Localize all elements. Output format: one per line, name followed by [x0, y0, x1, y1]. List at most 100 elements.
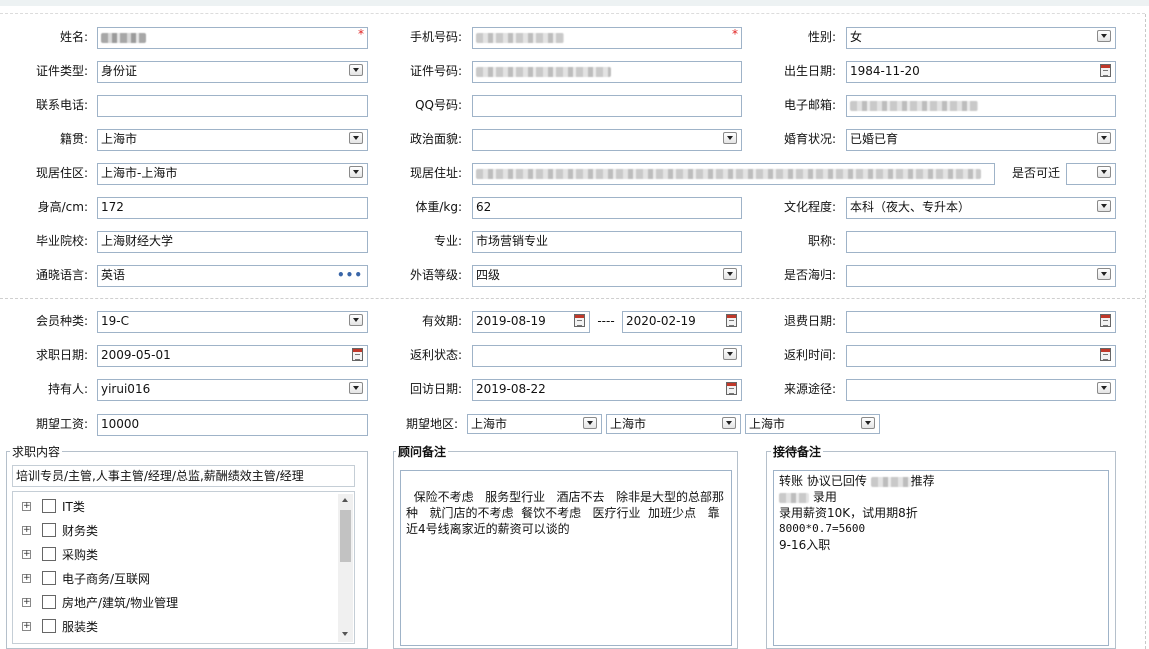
lang-level-select[interactable]: 四级	[472, 265, 742, 287]
expand-icon[interactable]: +	[22, 622, 31, 631]
more-icon[interactable]: •••	[337, 266, 363, 284]
calendar-icon[interactable]	[352, 348, 363, 361]
email-input[interactable]	[846, 95, 1116, 117]
chevron-down-icon[interactable]	[349, 314, 363, 326]
education-select[interactable]: 本科（夜大、专升本）	[846, 197, 1116, 219]
expand-icon[interactable]: +	[22, 550, 31, 559]
note-line: 8000*0.7=5600	[779, 522, 866, 535]
region-city-select[interactable]: 上海市	[606, 414, 741, 434]
phone-input[interactable]	[97, 95, 368, 117]
expand-icon[interactable]: +	[22, 502, 31, 511]
qq-input[interactable]	[472, 95, 742, 117]
calendar-icon[interactable]	[1100, 314, 1111, 327]
scrollbar[interactable]	[338, 494, 353, 642]
chevron-down-icon[interactable]	[1097, 166, 1111, 178]
checkbox[interactable]	[42, 547, 56, 561]
chevron-down-icon[interactable]	[723, 268, 737, 280]
job-date-input[interactable]: 2009-05-01	[97, 345, 368, 367]
school-input[interactable]: 上海财经大学	[97, 231, 368, 253]
region-province-select[interactable]: 上海市	[467, 414, 602, 434]
expand-icon[interactable]: +	[22, 526, 31, 535]
source-select[interactable]	[846, 379, 1116, 401]
email-label: 电子邮箱:	[783, 98, 836, 112]
chevron-down-icon[interactable]	[723, 132, 737, 144]
advisor-notes-title: 顾问备注	[396, 443, 449, 460]
tree-item[interactable]: + 财务类	[22, 521, 322, 545]
job-summary-field[interactable]: 培训专员/主管,人事主管/经理/总监,薪酬绩效主管/经理	[12, 465, 355, 487]
mobile-input[interactable]: *	[472, 27, 742, 49]
member-type-select[interactable]: 19-C	[97, 311, 368, 333]
chevron-down-icon[interactable]	[1097, 132, 1111, 144]
chevron-down-icon[interactable]	[349, 382, 363, 394]
calendar-icon[interactable]	[726, 314, 737, 327]
chevron-down-icon[interactable]	[349, 132, 363, 144]
valid-from-input[interactable]: 2019-08-19	[472, 311, 590, 333]
major-input[interactable]: 市场营销专业	[472, 231, 742, 253]
id-no-input[interactable]	[472, 61, 742, 83]
birthday-value: 1984-11-20	[850, 64, 920, 78]
tree-item[interactable]: + 房地产/建筑/物业管理	[22, 593, 322, 617]
calendar-icon[interactable]	[574, 314, 585, 327]
tree-item[interactable]: + IT类	[22, 497, 322, 521]
marital-select[interactable]: 已婚已育	[846, 129, 1116, 151]
returnee-select[interactable]	[846, 265, 1116, 287]
refund-date-input[interactable]	[846, 311, 1116, 333]
expand-icon[interactable]: +	[22, 574, 31, 583]
address-input[interactable]	[472, 163, 995, 185]
chevron-down-icon[interactable]	[1097, 382, 1111, 394]
tree-item-label: 房地产/建筑/物业管理	[62, 596, 179, 610]
gender-select[interactable]: 女	[846, 27, 1116, 49]
native-place-select[interactable]: 上海市	[97, 129, 368, 151]
tree-item[interactable]: + 电子商务/互联网	[22, 569, 322, 593]
scroll-up-icon[interactable]	[342, 498, 348, 502]
scrollbar-thumb[interactable]	[340, 510, 351, 562]
birthday-input[interactable]: 1984-11-20	[846, 61, 1116, 83]
name-input[interactable]: *	[97, 27, 368, 49]
chevron-down-icon[interactable]	[1097, 200, 1111, 212]
checkbox[interactable]	[42, 499, 56, 513]
holder-select[interactable]: yirui016	[97, 379, 368, 401]
residence-area-select[interactable]: 上海市-上海市	[97, 163, 368, 185]
checkbox[interactable]	[42, 571, 56, 585]
expand-icon[interactable]: +	[22, 598, 31, 607]
note-line: 转账 协议已回传 推荐	[779, 473, 1103, 489]
tree-item[interactable]: + 采购类	[22, 545, 322, 569]
tree-item-label: 采购类	[62, 548, 99, 562]
calendar-icon[interactable]	[1100, 348, 1111, 361]
valid-to-input[interactable]: 2020-02-19	[622, 311, 742, 333]
job-summary-value: 培训专员/主管,人事主管/经理/总监,薪酬绩效主管/经理	[16, 469, 304, 483]
scroll-down-icon[interactable]	[342, 632, 348, 636]
chevron-down-icon[interactable]	[723, 348, 737, 360]
weight-input[interactable]: 62	[472, 197, 742, 219]
advisor-notes-textarea[interactable]: 保险不考虑 服务型行业 酒店不去 除非是大型的总部那种 就门店的不考虑 餐饮不考…	[400, 470, 732, 646]
note-line: 录用	[779, 489, 1103, 505]
rebate-time-input[interactable]	[846, 345, 1116, 367]
checkbox[interactable]	[42, 523, 56, 537]
salary-input[interactable]: 10000	[97, 414, 368, 436]
title-input[interactable]	[846, 231, 1116, 253]
chevron-down-icon[interactable]	[861, 417, 875, 429]
relocatable-select[interactable]	[1066, 163, 1116, 185]
reception-notes-textarea[interactable]: 转账 协议已回传 推荐 录用 录用薪资10K，试用期8折 8000*0.7=56…	[773, 470, 1109, 646]
calendar-icon[interactable]	[726, 382, 737, 395]
chevron-down-icon[interactable]	[1097, 30, 1111, 42]
politics-select[interactable]	[472, 129, 742, 151]
marital-value: 已婚已育	[850, 132, 899, 146]
chevron-down-icon[interactable]	[349, 64, 363, 76]
rebate-status-select[interactable]	[472, 345, 742, 367]
salary-value: 10000	[101, 417, 140, 431]
checkbox[interactable]	[42, 595, 56, 609]
checkbox[interactable]	[42, 619, 56, 633]
id-type-select[interactable]: 身份证	[97, 61, 368, 83]
calendar-icon[interactable]	[1100, 64, 1111, 77]
tree-item[interactable]: + 服装类	[22, 617, 322, 641]
language-input[interactable]: 英语 •••	[97, 265, 368, 287]
height-input[interactable]: 172	[97, 197, 368, 219]
chevron-down-icon[interactable]	[349, 166, 363, 178]
chevron-down-icon[interactable]	[722, 417, 736, 429]
source-label: 来源途径:	[783, 382, 836, 396]
chevron-down-icon[interactable]	[583, 417, 597, 429]
visit-date-input[interactable]: 2019-08-22	[472, 379, 742, 401]
chevron-down-icon[interactable]	[1097, 268, 1111, 280]
region-district-select[interactable]: 上海市	[745, 414, 880, 434]
